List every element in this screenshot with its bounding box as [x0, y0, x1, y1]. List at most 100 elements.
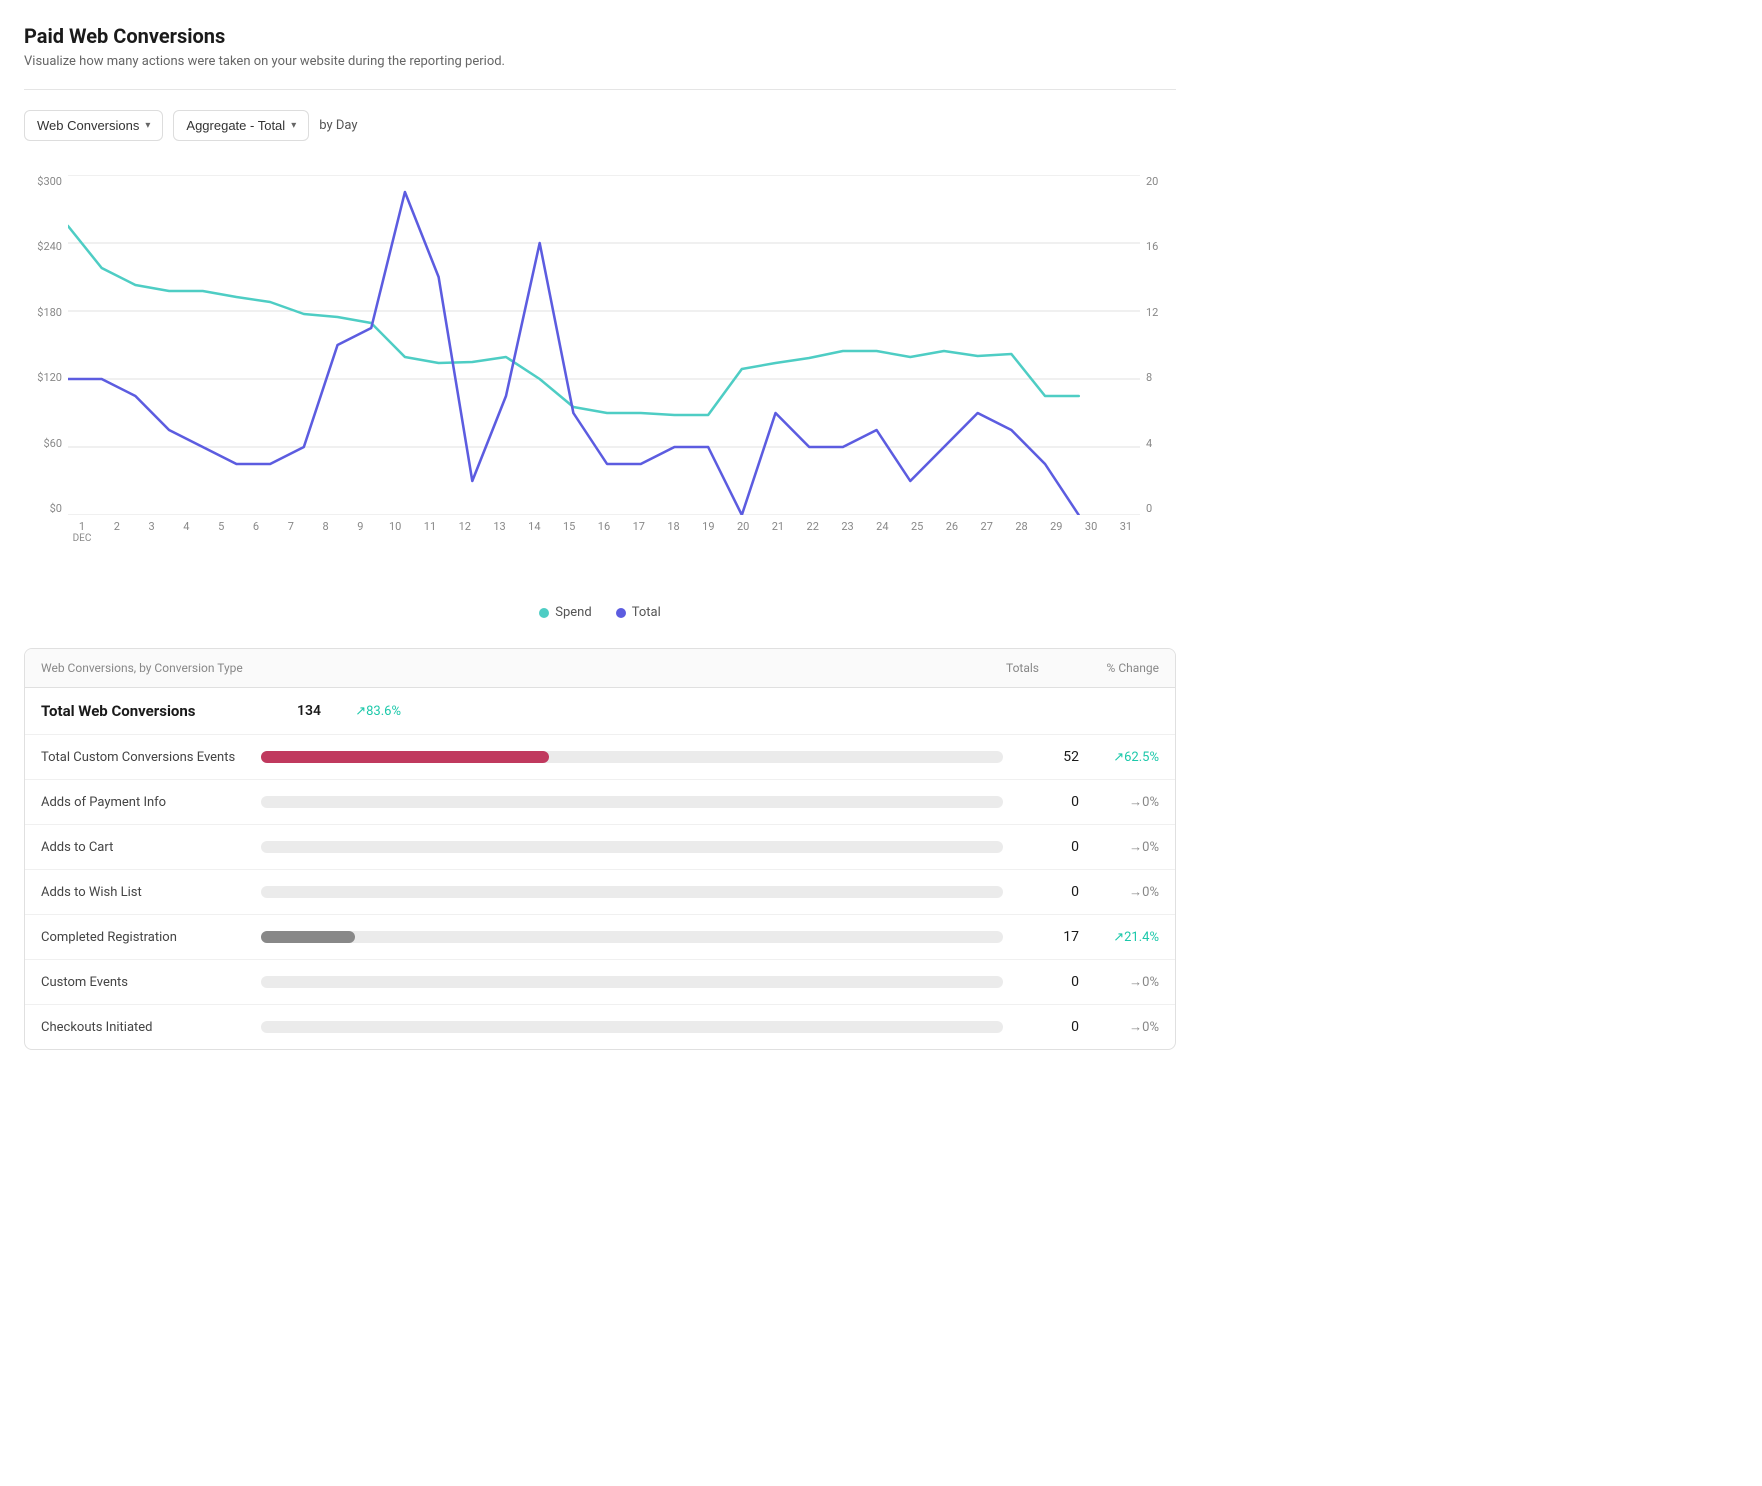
row-total: 0: [1019, 794, 1079, 810]
aggregate-dropdown[interactable]: Aggregate - Total ▾: [173, 110, 309, 141]
col-change-header: % Change: [1079, 661, 1159, 675]
x-label-25: 25: [903, 520, 931, 544]
bar-container: [261, 751, 1003, 763]
bar-fill: [261, 931, 355, 943]
x-label-4: 4: [172, 520, 200, 544]
row-change: ↗21.4%: [1079, 930, 1159, 945]
table-header: Web Conversions, by Conversion Type Tota…: [25, 649, 1175, 688]
row-change: →0%: [1079, 839, 1159, 855]
chart-container: $0 $60 $120 $180 $240 $300 0 4 8 12 16 2…: [24, 165, 1176, 585]
row-total: 134: [261, 703, 321, 719]
x-label-29: 29: [1042, 520, 1070, 544]
x-label-9: 9: [346, 520, 374, 544]
table-row: Total Custom Conversions Events 52↗62.5%: [25, 735, 1175, 780]
legend-total: Total: [616, 605, 661, 620]
row-total: 17: [1019, 929, 1079, 945]
x-label-11: 11: [416, 520, 444, 544]
row-change: →0%: [1079, 794, 1159, 810]
row-label: Completed Registration: [41, 930, 261, 945]
x-label-19: 19: [694, 520, 722, 544]
x-label-13: 13: [486, 520, 514, 544]
row-total: 0: [1019, 974, 1079, 990]
x-label-10: 10: [381, 520, 409, 544]
row-label: Checkouts Initiated: [41, 1020, 261, 1035]
controls-bar: Web Conversions ▾ Aggregate - Total ▾ by…: [24, 110, 1176, 141]
x-label-30: 30: [1077, 520, 1105, 544]
row-total: 0: [1019, 839, 1079, 855]
x-label-21: 21: [764, 520, 792, 544]
spend-dot: [539, 608, 549, 618]
spend-line: [68, 226, 1079, 415]
table-header-columns: Totals % Change: [959, 661, 1159, 675]
y-label-left-0: $0: [50, 502, 62, 515]
row-label: Total Web Conversions: [41, 702, 261, 720]
y-label-right-4: 16: [1146, 240, 1158, 253]
table-row: Adds to Wish List0→0%: [25, 870, 1175, 915]
table-rows: Total Web Conversions134↗83.6%Total Cust…: [25, 688, 1175, 1049]
x-label-27: 27: [973, 520, 1001, 544]
bar-container: [261, 796, 1003, 808]
table-row: Total Web Conversions134↗83.6%: [25, 688, 1175, 735]
row-total: 0: [1019, 884, 1079, 900]
x-label-1: 1: [79, 520, 85, 533]
row-change: →0%: [1079, 974, 1159, 990]
row-total: 52: [1019, 749, 1079, 765]
bar-container: [261, 841, 1003, 853]
y-label-right-3: 12: [1146, 306, 1158, 319]
table-row: Completed Registration 17↗21.4%: [25, 915, 1175, 960]
conversions-table: Web Conversions, by Conversion Type Tota…: [24, 648, 1176, 1050]
x-label-7: 7: [277, 520, 305, 544]
x-label-6: 6: [242, 520, 270, 544]
x-label-31: 31: [1112, 520, 1140, 544]
total-dot: [616, 608, 626, 618]
row-change: ↗83.6%: [321, 704, 401, 719]
row-change: ↗62.5%: [1079, 750, 1159, 765]
web-conversions-dropdown[interactable]: Web Conversions ▾: [24, 110, 163, 141]
row-total: 0: [1019, 1019, 1079, 1035]
spend-label: Spend: [555, 605, 591, 620]
col-totals-header: Totals: [959, 661, 1039, 675]
table-row: Adds of Payment Info 0→0%: [25, 780, 1175, 825]
table-row: Adds to Cart 0→0%: [25, 825, 1175, 870]
x-label-17: 17: [625, 520, 653, 544]
bar-container: [261, 886, 1003, 898]
x-month-label: DEC: [73, 533, 92, 544]
bar-fill: [261, 751, 549, 763]
total-label: Total: [632, 605, 661, 620]
row-label: Adds of Payment Info: [41, 795, 261, 810]
x-label-15: 15: [555, 520, 583, 544]
y-label-right-2: 8: [1146, 371, 1152, 384]
row-change: →0%: [1079, 884, 1159, 900]
x-label-5: 5: [207, 520, 235, 544]
y-label-left-2: $120: [37, 371, 62, 384]
y-label-right-1: 4: [1146, 437, 1152, 450]
x-label-3: 3: [138, 520, 166, 544]
chevron-down-icon: ▾: [291, 120, 296, 131]
x-label-20: 20: [729, 520, 757, 544]
bar-container: [261, 931, 1003, 943]
x-label-2: 2: [103, 520, 131, 544]
bar-container: [261, 976, 1003, 988]
x-label-18: 18: [660, 520, 688, 544]
y-label-left-4: $240: [37, 240, 62, 253]
x-label-23: 23: [834, 520, 862, 544]
x-label-12: 12: [451, 520, 479, 544]
y-label-left-1: $60: [43, 437, 62, 450]
row-label: Adds to Cart: [41, 840, 261, 855]
row-label: Total Custom Conversions Events: [41, 750, 261, 765]
bar-container: [261, 1021, 1003, 1033]
table-row: Checkouts Initiated 0→0%: [25, 1005, 1175, 1049]
table-row: Custom Events 0→0%: [25, 960, 1175, 1005]
row-change: →0%: [1079, 1019, 1159, 1035]
x-label-8: 8: [312, 520, 340, 544]
y-label-right-0: 0: [1146, 502, 1152, 515]
x-label-28: 28: [1008, 520, 1036, 544]
page-subtitle: Visualize how many actions were taken on…: [24, 54, 1176, 69]
y-label-left-5: $300: [37, 175, 62, 188]
by-day-label: by Day: [319, 118, 357, 133]
row-label: Custom Events: [41, 975, 261, 990]
x-label-16: 16: [590, 520, 618, 544]
divider: [24, 89, 1176, 90]
x-label-24: 24: [868, 520, 896, 544]
chart-legend: Spend Total: [24, 605, 1176, 620]
